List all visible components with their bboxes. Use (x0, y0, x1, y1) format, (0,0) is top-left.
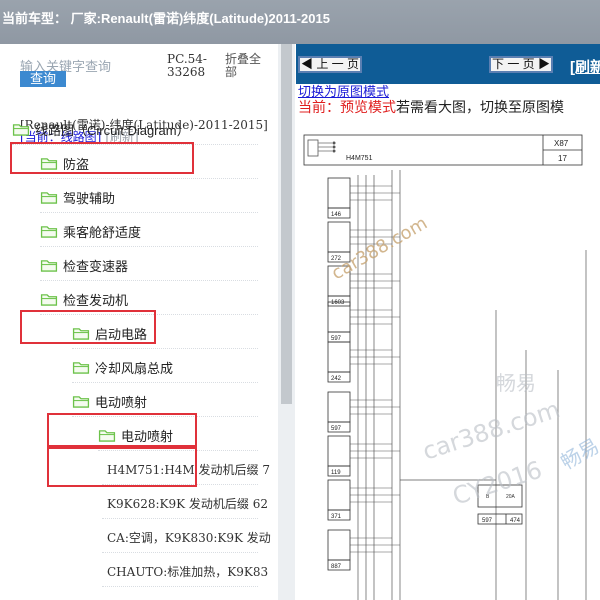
next-arrow-icon: ▶ (534, 57, 550, 71)
svg-text:597: 597 (331, 336, 342, 342)
prev-arrow-icon: ◀ (300, 57, 317, 71)
tree-folder-item[interactable]: 检查变速器 (40, 250, 258, 281)
svg-text:887: 887 (331, 564, 342, 570)
tree-item-label: 冷却风扇总成 (95, 360, 174, 376)
page-ref-top: X87 (554, 139, 569, 148)
svg-text:597: 597 (482, 518, 493, 524)
tree-folder-item[interactable]: 驾驶辅助 (40, 182, 258, 213)
tree-item-label: CHAUTO:标准加热，K9K83 (107, 564, 269, 579)
tree-doc-item[interactable]: CA:空调，K9K830:K9K 发动 (102, 522, 271, 553)
svg-text:20A: 20A (506, 494, 516, 500)
svg-text:242: 242 (331, 376, 342, 382)
prev-page-label: 上 一 页 (316, 57, 359, 71)
tree-doc-item[interactable]: K9K628:K9K 发动机后缀 62 (102, 488, 268, 519)
svg-text:畅易: 畅易 (496, 371, 536, 395)
highlight-box (47, 447, 197, 487)
folder-icon (40, 225, 58, 238)
highlight-box (20, 310, 156, 344)
tree-item-label: 检查变速器 (63, 258, 129, 274)
sidebar: 输入关键字查询 查询 PC.54-33268 折叠全部 [Renault(雷诺)… (0, 44, 278, 600)
folder-icon (40, 259, 58, 272)
svg-text:119: 119 (331, 470, 341, 476)
tree-item-label: K9K628:K9K 发动机后缀 62 (107, 496, 268, 511)
svg-text:597: 597 (331, 426, 342, 432)
viewer-panel: ◀ 上 一 页 下 一 页 ▶ [刷新 切换为原图模式 当前：预览模式若需看大图… (296, 44, 600, 600)
folder-icon (40, 191, 58, 204)
highlight-box (47, 413, 197, 447)
svg-text:146: 146 (331, 212, 342, 218)
scrollbar-thumb[interactable] (281, 44, 292, 404)
folder-icon (12, 123, 30, 136)
folder-icon (72, 361, 90, 374)
tree-folder-item[interactable]: 冷却风扇总成 (72, 352, 258, 383)
scrollbar[interactable] (278, 44, 295, 600)
viewer-toolbar: ◀ 上 一 页 下 一 页 ▶ [刷新 (296, 44, 600, 84)
tree-item-label: 驾驶辅助 (63, 190, 116, 206)
preview-prefix: 当前： (298, 99, 340, 115)
next-page-button[interactable]: 下 一 页 ▶ (489, 56, 553, 73)
folder-icon (72, 395, 90, 408)
preview-status: 当前：预览模式若需看大图，切换至原图模 (298, 97, 564, 117)
page-ref-bottom: 17 (558, 154, 567, 163)
svg-text:371: 371 (331, 514, 342, 520)
svg-text:1603: 1603 (331, 300, 345, 306)
folder-icon (40, 293, 58, 306)
search-button[interactable]: 查询 (20, 71, 66, 87)
viewer-refresh-link[interactable]: [刷新 (570, 56, 600, 77)
engine-code-label: H4M751 (346, 155, 373, 162)
tree-item-label: 检查发动机 (63, 292, 129, 308)
wiring-diagram[interactable]: H4M751 X87 17 14627216035972425971193718… (296, 130, 600, 600)
svg-text:474: 474 (510, 518, 521, 524)
tree-item-label: 电动喷射 (95, 394, 148, 410)
preview-hint: 若需看大图，切换至原图模 (396, 99, 564, 115)
next-page-label: 下 一 页 (491, 57, 535, 71)
tree-folder-item[interactable]: 线路图（Circuit Diagram） (12, 114, 258, 145)
window-title: 当前车型： 厂家:Renault(雷诺)纬度(Latitude)2011-201… (2, 11, 330, 26)
tree-folder-item[interactable]: 乘客舱舒适度 (40, 216, 258, 247)
title-bar: 当前车型： 厂家:Renault(雷诺)纬度(Latitude)2011-201… (0, 0, 600, 44)
tree-item-label: CA:空调，K9K830:K9K 发动 (107, 530, 271, 545)
tree-item-label: 线路图（Circuit Diagram） (35, 122, 190, 138)
tree-item-label: 乘客舱舒适度 (63, 224, 142, 240)
prev-page-button[interactable]: ◀ 上 一 页 (298, 56, 362, 73)
highlight-box (10, 142, 194, 174)
pc-code: PC.54-33268 (167, 52, 207, 79)
collapse-all-link[interactable]: 折叠全部 (225, 53, 265, 79)
tree-doc-item[interactable]: CHAUTO:标准加热，K9K83 (102, 556, 268, 587)
preview-mode: 预览模式 (340, 99, 396, 115)
